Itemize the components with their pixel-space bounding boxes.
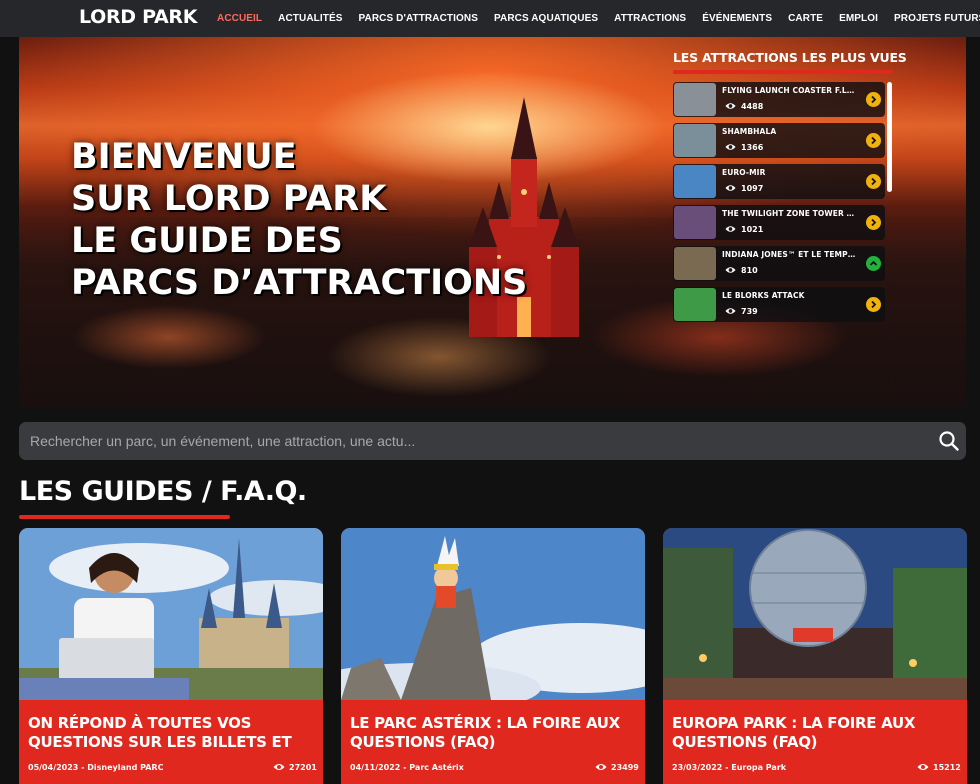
hero-title-line: BIENVENUE [71,137,297,177]
attraction-thumbnail [674,288,716,321]
attraction-views: 4488 [741,102,764,111]
top-navbar: LORD PARK ACCUEIL ACTUALITÉS PARCS D'ATT… [0,0,980,37]
most-viewed-underline [673,70,893,74]
guide-card-caption: EUROPA PARK : LA FOIRE AUX QUESTIONS (FA… [663,700,967,784]
attraction-views: 739 [741,307,758,316]
nav-item-evenements[interactable]: ÉVÉNEMENTS [702,13,772,24]
nav-item-parcs-attractions[interactable]: PARCS D'ATTRACTIONS [359,13,478,24]
guide-card-caption: ON RÉPOND À TOUTES VOS QUESTIONS SUR LES… [19,700,323,784]
chevron-right-icon[interactable] [866,215,881,230]
guide-card-title[interactable]: EUROPA PARK : LA FOIRE AUX QUESTIONS (FA… [672,714,960,754]
most-viewed-title: LES ATTRACTIONS LES PLUS VUES [673,50,907,65]
guide-card-image [341,528,645,700]
most-viewed-item[interactable]: INDIANA JONES™ ET LE TEMPLE ... 810 [673,246,885,281]
attraction-name[interactable]: SHAMBHALA [722,127,856,136]
eye-icon [725,103,736,109]
guide-card-meta: 05/04/2023 - Disneyland PARC [28,763,164,772]
nav-item-accueil[interactable]: ACCUEIL [217,13,262,24]
chevron-up-icon[interactable] [866,256,881,271]
attraction-views: 1097 [741,184,764,193]
chevron-right-icon[interactable] [866,297,881,312]
nav-item-parcs-aquatiques[interactable]: PARCS AQUATIQUES [494,13,598,24]
attraction-name[interactable]: INDIANA JONES™ ET LE TEMPLE ... [722,250,856,259]
hero-title-line: SUR LORD PARK [71,179,387,219]
attraction-thumbnail [674,83,716,116]
eye-icon [595,764,607,770]
most-viewed-scrollbar[interactable] [887,82,892,192]
guide-card-image [663,528,967,700]
chevron-right-icon[interactable] [866,174,881,189]
guide-card-meta: 04/11/2022 - Parc Astérix [350,763,464,772]
most-viewed-item[interactable]: EURO-MIR 1097 [673,164,885,199]
search-icon[interactable] [938,430,960,452]
hero-title: BIENVENUE SUR LORD PARK LE GUIDE DES PAR… [71,136,527,304]
attraction-name[interactable]: THE TWILIGHT ZONE TOWER OF ... [722,209,856,218]
most-viewed-item[interactable]: THE TWILIGHT ZONE TOWER OF ... 1021 [673,205,885,240]
most-viewed-item[interactable]: FLYING LAUNCH COASTER F.L.Y. 4488 [673,82,885,117]
eye-icon [725,226,736,232]
eye-icon [725,308,736,314]
attraction-views: 810 [741,266,758,275]
attraction-thumbnail [674,206,716,239]
guides-section-underline [19,515,230,519]
hero-title-line: PARCS D’ATTRACTIONS [71,263,528,303]
most-viewed-item[interactable]: LE BLORKS ATTACK 739 [673,287,885,322]
chevron-right-icon[interactable] [866,92,881,107]
eye-icon [917,764,929,770]
attraction-name[interactable]: EURO-MIR [722,168,856,177]
guide-card-title[interactable]: LE PARC ASTÉRIX : LA FOIRE AUX QUESTIONS… [350,714,638,754]
guide-card-image [19,528,323,700]
nav-item-attractions[interactable]: ATTRACTIONS [614,13,686,24]
guides-section-title: LES GUIDES / F.A.Q. [19,476,307,507]
guide-card-title[interactable]: ON RÉPOND À TOUTES VOS QUESTIONS SUR LES… [28,714,316,754]
nav-item-carte[interactable]: CARTE [788,13,823,24]
guide-card[interactable]: LE PARC ASTÉRIX : LA FOIRE AUX QUESTIONS… [341,528,645,784]
eye-icon [725,267,736,273]
attraction-name[interactable]: LE BLORKS ATTACK [722,291,856,300]
guide-card-views: 27201 [289,763,317,772]
chevron-right-icon[interactable] [866,133,881,148]
guide-card[interactable]: ON RÉPOND À TOUTES VOS QUESTIONS SUR LES… [19,528,323,784]
guide-card-caption: LE PARC ASTÉRIX : LA FOIRE AUX QUESTIONS… [341,700,645,784]
search-input[interactable] [30,422,910,460]
attraction-views: 1366 [741,143,764,152]
eye-icon [273,764,285,770]
guide-card-meta: 23/03/2022 - Europa Park [672,763,787,772]
guide-card-views: 15212 [933,763,961,772]
nav-item-actualites[interactable]: ACTUALITÉS [278,13,342,24]
attraction-thumbnail [674,124,716,157]
hero-title-line: LE GUIDE DES [71,221,343,261]
guide-card[interactable]: EUROPA PARK : LA FOIRE AUX QUESTIONS (FA… [663,528,967,784]
most-viewed-list: FLYING LAUNCH COASTER F.L.Y. 4488 SHAMBHAL… [673,82,885,328]
guide-card-views: 23499 [611,763,639,772]
most-viewed-item[interactable]: SHAMBHALA 1366 [673,123,885,158]
main-menu: ACCUEIL ACTUALITÉS PARCS D'ATTRACTIONS P… [217,0,980,37]
attraction-name[interactable]: FLYING LAUNCH COASTER F.L.Y. [722,86,856,95]
attraction-thumbnail [674,247,716,280]
site-logo[interactable]: LORD PARK [79,6,197,28]
search-bar [19,422,966,460]
eye-icon [725,144,736,150]
nav-item-emploi[interactable]: EMPLOI [839,13,878,24]
attraction-views: 1021 [741,225,764,234]
nav-item-projets-futurs[interactable]: PROJETS FUTURS [894,13,980,24]
eye-icon [725,185,736,191]
attraction-thumbnail [674,165,716,198]
